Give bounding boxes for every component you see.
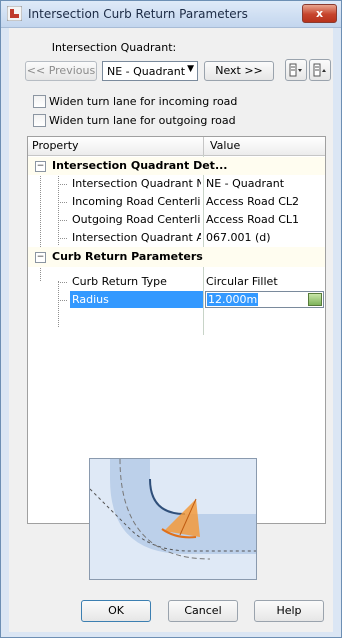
property-value[interactable]: NE - Quadrant <box>206 177 284 190</box>
collapse-icon[interactable]: − <box>35 252 46 263</box>
dialog-body: Intersection Quadrant: << Previous NE - … <box>9 28 333 632</box>
widen-incoming-checkbox[interactable] <box>33 95 46 108</box>
radius-input-value[interactable]: 12.000m <box>207 293 259 306</box>
header-divider[interactable] <box>203 137 204 155</box>
grid-header: Property Value <box>28 137 325 156</box>
widen-outgoing-label: Widen turn lane for outgoing road <box>49 114 236 127</box>
radius-input[interactable]: 12.000m <box>205 291 324 308</box>
widen-incoming-label: Widen turn lane for incoming road <box>49 95 238 108</box>
value-column-header[interactable]: Value <box>210 139 240 152</box>
category-label: Intersection Quadrant Det... <box>52 159 228 172</box>
property-value[interactable]: Circular Fillet <box>206 275 278 288</box>
property-value[interactable]: 067.001 (d) <box>206 231 271 244</box>
category-row-quadrant[interactable]: − Intersection Quadrant Det... <box>28 157 325 175</box>
pick-radius-icon[interactable] <box>308 293 322 306</box>
property-name: Intersection Quadrant A... <box>72 231 201 244</box>
property-column-header[interactable]: Property <box>32 139 79 152</box>
previous-button[interactable]: << Previous <box>25 61 97 81</box>
preview-drawing <box>90 459 256 579</box>
cancel-button[interactable]: Cancel <box>168 600 238 622</box>
quadrant-select-value: NE - Quadrant <box>107 65 186 78</box>
property-value[interactable]: Access Road CL1 <box>206 213 299 226</box>
window-title: Intersection Curb Return Parameters <box>28 7 248 21</box>
quadrant-select[interactable]: NE - Quadrant ▼ <box>102 61 198 81</box>
dialog-window: Intersection Curb Return Parameters x In… <box>0 0 342 638</box>
tree-branch <box>58 282 67 283</box>
quadrant-preview-image <box>89 458 257 580</box>
property-value[interactable]: Access Road CL2 <box>206 195 299 208</box>
property-name: Outgoing Road Centerli... <box>72 213 201 226</box>
property-row[interactable]: Curb Return Type Circular Fillet <box>28 273 325 291</box>
tree-branch <box>58 300 67 301</box>
tree-branch <box>58 202 67 203</box>
property-row[interactable]: Intersection Quadrant A... 067.001 (d) <box>28 229 325 247</box>
close-icon: x <box>315 7 324 20</box>
property-name: Incoming Road Centerli... <box>72 195 201 208</box>
next-button[interactable]: Next >> <box>204 61 274 81</box>
category-label: Curb Return Parameters <box>52 250 203 263</box>
zoom-quadrant-button[interactable] <box>309 59 331 81</box>
pick-quadrant-button[interactable] <box>285 59 307 81</box>
category-row-curb[interactable]: − Curb Return Parameters <box>28 247 325 267</box>
ok-button[interactable]: OK <box>81 600 151 622</box>
list-dropdown-icon <box>289 63 302 77</box>
list-collapse-icon <box>313 63 326 77</box>
property-row[interactable]: Intersection Quadrant N... NE - Quadrant <box>28 175 325 193</box>
close-button[interactable]: x <box>302 4 337 23</box>
quadrant-label: Intersection Quadrant: <box>51 41 177 54</box>
civil3d-app-icon <box>7 6 22 21</box>
widen-outgoing-checkbox[interactable] <box>33 114 46 127</box>
title-bar[interactable]: Intersection Curb Return Parameters x <box>1 1 341 28</box>
tree-branch <box>58 238 67 239</box>
help-button[interactable]: Help <box>254 600 324 622</box>
property-row[interactable]: Outgoing Road Centerli... Access Road CL… <box>28 211 325 229</box>
property-name: Curb Return Type <box>72 275 167 288</box>
property-row[interactable]: Incoming Road Centerli... Access Road CL… <box>28 193 325 211</box>
collapse-icon[interactable]: − <box>35 161 46 172</box>
tree-branch <box>58 184 67 185</box>
chevron-down-icon: ▼ <box>187 64 194 74</box>
property-name: Intersection Quadrant N... <box>72 177 201 190</box>
property-name: Radius <box>72 293 109 306</box>
tree-branch <box>58 220 67 221</box>
